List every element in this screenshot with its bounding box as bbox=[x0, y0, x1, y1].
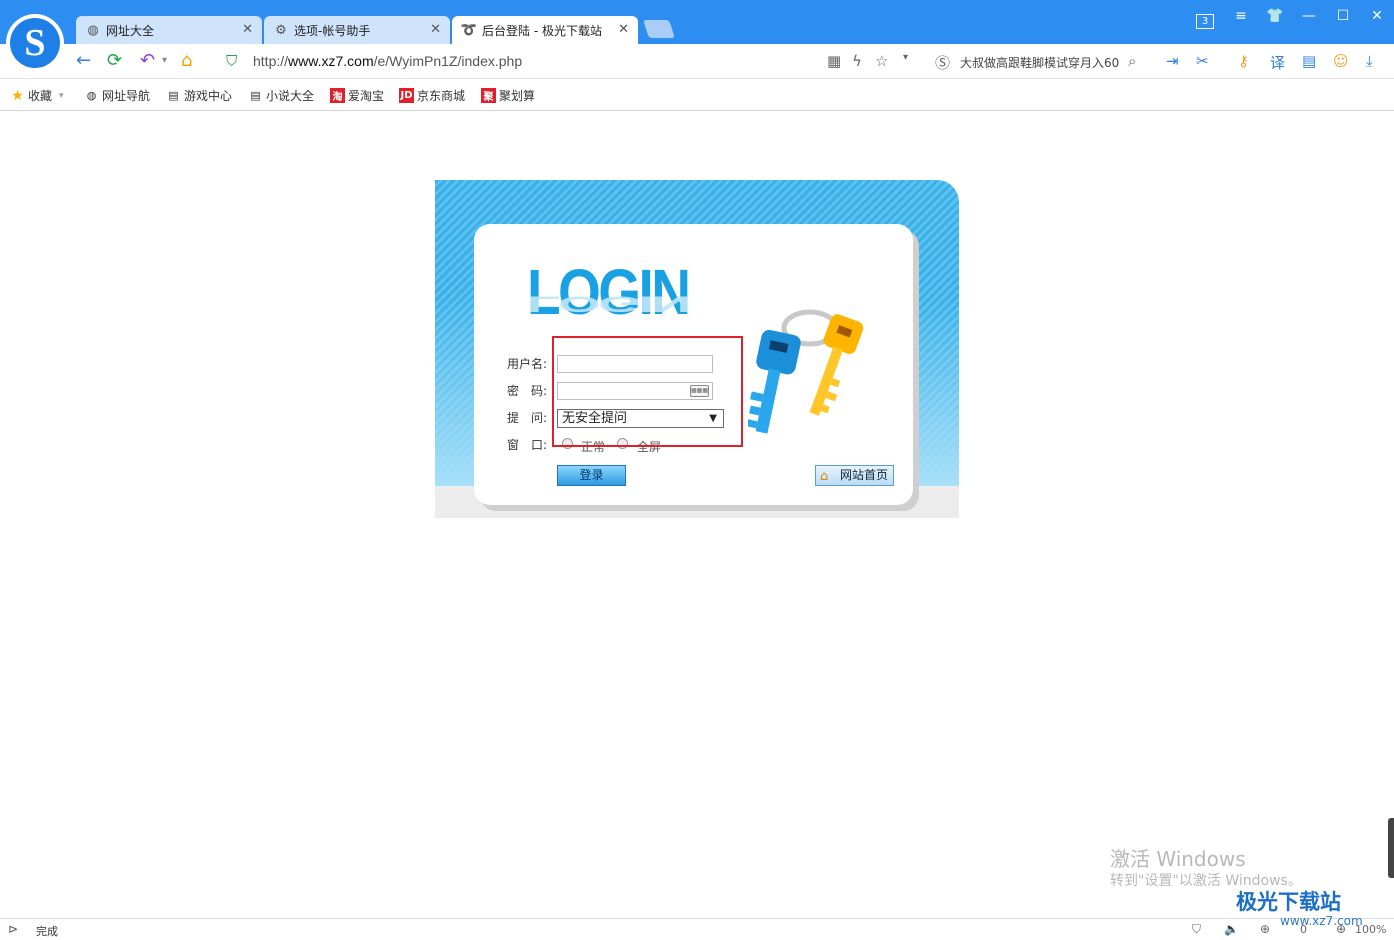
jd-icon: JD bbox=[399, 88, 414, 103]
bookmark-label: 聚划算 bbox=[499, 89, 536, 103]
tab-site-directory[interactable]: ◍ 网址大全 ✕ bbox=[76, 16, 262, 44]
translate-icon[interactable]: 译 bbox=[1270, 52, 1285, 73]
tab-title: 网址大全 bbox=[106, 23, 155, 38]
download-manager-icon[interactable]: ⊕ bbox=[1260, 922, 1270, 936]
tab-account-options[interactable]: ⚙ 选项-帐号助手 ✕ bbox=[264, 16, 450, 44]
activation-watermark-title: 激活 Windows bbox=[1110, 847, 1246, 871]
qr-code-icon[interactable]: ▦ bbox=[827, 52, 841, 70]
home-icon[interactable]: ⌂ bbox=[181, 50, 192, 72]
bookmark-favorites[interactable]: ★ 收藏 ▾ bbox=[10, 87, 64, 104]
bookmark-label: 网址导航 bbox=[102, 89, 151, 103]
close-tab-icon[interactable]: ✕ bbox=[430, 22, 441, 37]
tab-admin-login[interactable]: ➰ 后台登陆 - 极光下载站 ✕ bbox=[452, 16, 638, 44]
document-icon: ▤ bbox=[168, 89, 179, 102]
window-label: 窗 口: bbox=[507, 438, 548, 452]
bookmark-label: 游戏中心 bbox=[184, 89, 233, 103]
globe-icon: ◍ bbox=[87, 22, 99, 38]
site-brand-logo: 极光下载站 bbox=[1236, 891, 1341, 914]
home-icon: ⌂ bbox=[820, 469, 829, 484]
navigation-bar: ← ⟳ ↶ ▾ ⌂ ⛉ http://www.xz7.com/e/WyimPn1… bbox=[0, 44, 1394, 79]
bookmark-jd[interactable]: JD 京东商城 bbox=[399, 87, 465, 104]
bookmark-taobao[interactable]: 淘爱淘宝 bbox=[330, 87, 384, 104]
bookmark-label: 小说大全 bbox=[266, 89, 315, 103]
bookmark-site-nav[interactable]: ◍ 网址导航 bbox=[84, 87, 150, 104]
close-tab-icon[interactable]: ✕ bbox=[242, 22, 253, 37]
browser-logo[interactable]: S bbox=[6, 14, 64, 72]
lightning-icon[interactable]: ϟ bbox=[852, 52, 862, 70]
tab-count-badge[interactable]: 3 bbox=[1196, 14, 1214, 29]
bookmark-game-center[interactable]: ▤ 游戏中心 bbox=[166, 87, 232, 104]
question-label: 提 问: bbox=[507, 411, 548, 425]
maximize-icon[interactable]: ☐ bbox=[1332, 8, 1354, 24]
shield-icon[interactable]: ⛉ bbox=[1192, 922, 1201, 937]
site-home-label: 网站首页 bbox=[840, 468, 889, 482]
bookmark-label: 爱淘宝 bbox=[348, 89, 385, 103]
tab-title: 选项-帐号助手 bbox=[294, 23, 371, 38]
bookmark-novels[interactable]: ▤ 小说大全 bbox=[248, 87, 314, 104]
highlight-box bbox=[552, 336, 743, 447]
sidebar-toggle-icon[interactable]: ⊳ bbox=[8, 922, 18, 936]
minimize-icon[interactable]: — bbox=[1298, 8, 1320, 24]
status-text: 完成 bbox=[36, 925, 58, 938]
star-icon: ★ bbox=[11, 87, 24, 104]
search-icon[interactable]: ⌕ bbox=[1128, 52, 1136, 70]
download-icon[interactable]: ⤓ bbox=[1366, 52, 1373, 70]
search-engine-icon[interactable]: Ⓢ bbox=[935, 52, 950, 73]
bookmarks-bar: ★ 收藏 ▾ ◍ 网址导航 ▤ 游戏中心 ▤ 小说大全 淘爱淘宝 JD 京东商城 聚聚划算 bbox=[0, 80, 1394, 111]
bookmark-label: 收藏 bbox=[28, 89, 53, 103]
gear-icon: ⚙ bbox=[275, 22, 287, 38]
site-brand-url: www.xz7.com bbox=[1280, 914, 1363, 928]
taobao-icon: 淘 bbox=[330, 88, 345, 103]
url-prefix: http:// bbox=[253, 53, 289, 69]
status-bar: ⊳ 完成 ⛉ 🔈 ⊕ 0 ⊕ 100% bbox=[0, 918, 1394, 940]
site-favicon-icon: ➰ bbox=[460, 22, 478, 38]
chevron-down-icon[interactable]: ▾ bbox=[903, 52, 908, 63]
scroll-handle[interactable] bbox=[1388, 818, 1394, 878]
key-icon[interactable]: ⚷ bbox=[1238, 52, 1249, 70]
back-arrow-icon[interactable]: ← bbox=[76, 50, 91, 72]
search-input[interactable]: 大叔做高跟鞋脚模试穿月入60 bbox=[960, 54, 1120, 71]
emoji-icon[interactable]: ☺ bbox=[1333, 52, 1349, 70]
username-label: 用户名: bbox=[507, 357, 548, 371]
scissors-icon[interactable]: ✂ bbox=[1196, 52, 1209, 70]
window-icon[interactable]: ▤ bbox=[1302, 52, 1316, 70]
document-icon: ▤ bbox=[250, 89, 261, 102]
site-home-button[interactable]: ⌂ 网站首页 bbox=[815, 465, 894, 486]
address-bar[interactable]: http://www.xz7.com/e/WyimPn1Z/index.php bbox=[253, 53, 522, 69]
new-tab-button[interactable] bbox=[643, 20, 675, 38]
skin-icon[interactable]: 👕 bbox=[1264, 8, 1286, 24]
url-host: www.xz7.com bbox=[288, 53, 374, 69]
refresh-icon[interactable]: ⟳ bbox=[107, 50, 122, 72]
login-icon[interactable]: ⇥ bbox=[1166, 52, 1179, 70]
close-window-icon[interactable]: ✕ bbox=[1366, 8, 1388, 24]
tab-title: 后台登陆 - 极光下载站 bbox=[482, 23, 602, 38]
chevron-down-icon[interactable]: ▾ bbox=[162, 50, 167, 72]
chevron-down-icon: ▾ bbox=[59, 90, 64, 101]
star-icon[interactable]: ☆ bbox=[875, 52, 888, 70]
menu-icon[interactable]: ≡ bbox=[1230, 8, 1252, 24]
shield-icon: ⛉ bbox=[226, 52, 238, 70]
speaker-icon[interactable]: 🔈 bbox=[1224, 922, 1239, 936]
bookmark-label: 京东商城 bbox=[417, 89, 466, 103]
close-tab-icon[interactable]: ✕ bbox=[618, 22, 629, 37]
title-bar: ◍ 网址大全 ✕ ⚙ 选项-帐号助手 ✕ ➰ 后台登陆 - 极光下载站 ✕ 3 … bbox=[0, 0, 1394, 44]
login-heading-reflection: LOGIN bbox=[527, 291, 689, 317]
keys-illustration-icon bbox=[748, 309, 864, 434]
login-button[interactable]: 登录 bbox=[557, 465, 626, 486]
url-path: /e/WyimPn1Z/index.php bbox=[373, 53, 523, 69]
password-label: 密 码: bbox=[507, 384, 548, 398]
globe-icon: ◍ bbox=[86, 89, 97, 102]
undo-icon[interactable]: ↶ bbox=[140, 50, 155, 72]
bookmark-juhuasuan[interactable]: 聚聚划算 bbox=[481, 87, 535, 104]
juhuasuan-icon: 聚 bbox=[481, 88, 496, 103]
